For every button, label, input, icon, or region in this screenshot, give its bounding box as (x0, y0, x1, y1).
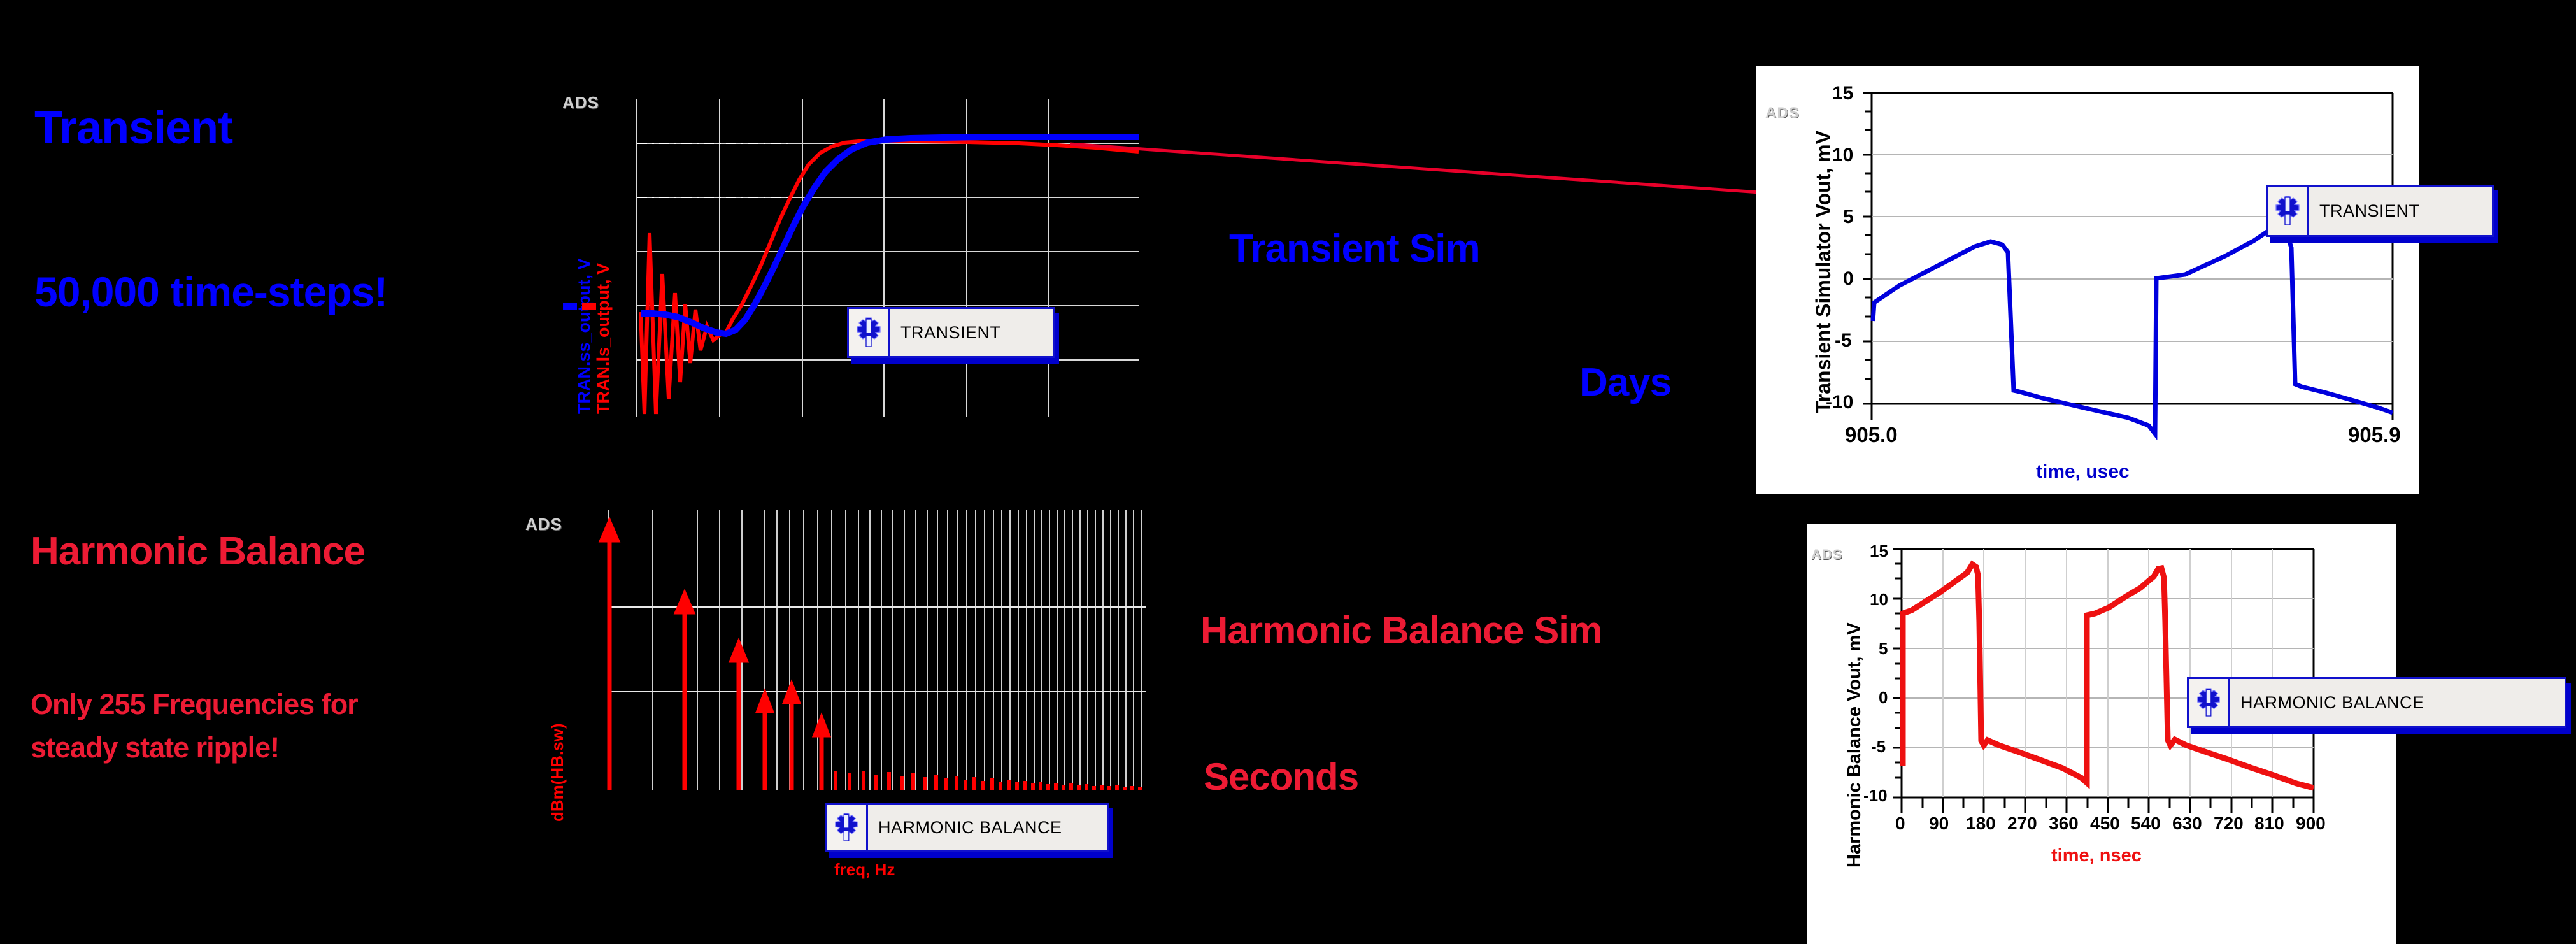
chart4-ytick-10: 10 (1870, 590, 1888, 609)
chart4-xtick-90: 90 (1929, 813, 1949, 833)
panel-transient-ripple: ADS Transient Simulator Vout, mV 15 10 5… (1756, 66, 2419, 494)
harmonic-balance-title: Harmonic Balance (31, 529, 366, 573)
badge-harmonic-balance-spectrum[interactable]: HARMONIC BALANCE (825, 803, 1109, 852)
badge-transient-ripple-label: TRANSIENT (2319, 201, 2420, 220)
ads-gear-icon (2189, 679, 2230, 726)
badge-harmonic-balance-ripple-label: HARMONIC BALANCE (2240, 692, 2424, 712)
chart4-xtick-810: 810 (2254, 813, 2284, 833)
harmonic-balance-duration-label: Seconds (1204, 755, 1359, 798)
harmonic-balance-sim-label: Harmonic Balance Sim (1200, 609, 1602, 652)
chart4-ytick-m10: -10 (1863, 786, 1888, 805)
ads-watermark: ADS (1765, 104, 1800, 122)
chart4-plot-svg (1893, 548, 2315, 813)
chart2-ylabel: dBm(HB.sw) (548, 723, 567, 822)
chart3-xtick-start: 905.0 (1845, 423, 1898, 447)
panel-hb-ripple: ADS Harmonic Balance Vout, mV 15 10 5 0 … (1807, 524, 2396, 944)
chart1-legend-swatch-red (582, 303, 596, 310)
ads-gear-icon (827, 805, 868, 850)
badge-harmonic-balance-spectrum-label: HARMONIC BALANCE (878, 817, 1062, 837)
chart3-ytick-5: 5 (1843, 206, 1854, 227)
chart-transient-startup: ADS TRAN.ss_output, V TRAN.ls_output, V (535, 83, 1146, 420)
chart4-xlabel: time, nsec (2051, 845, 2142, 866)
chart4-ytick-0: 0 (1879, 688, 1888, 707)
chart3-xlabel: time, usec (2036, 461, 2130, 482)
ads-gear-icon (849, 309, 890, 356)
callout-arrow (1070, 142, 1802, 208)
badge-transient-startup-label: TRANSIENT (900, 322, 1001, 342)
chart4-ytick-m5: -5 (1871, 737, 1886, 756)
ads-watermark: ADS (1811, 547, 1843, 562)
chart4-xtick-270: 270 (2007, 813, 2037, 833)
chart1-plot-svg (636, 99, 1139, 417)
badge-transient-startup[interactable]: TRANSIENT (847, 307, 1055, 358)
transient-note: 50,000 time-steps! (34, 268, 388, 315)
chart4-ytick-5: 5 (1879, 639, 1888, 658)
chart3-ytick-10: 10 (1832, 145, 1854, 166)
chart4-xtick-0: 0 (1895, 813, 1905, 833)
badge-transient-ripple[interactable]: TRANSIENT (2266, 185, 2494, 237)
chart4-xtick-720: 720 (2214, 813, 2244, 833)
chart3-ytick-m5: -5 (1835, 330, 1852, 351)
badge-harmonic-balance-ripple[interactable]: HARMONIC BALANCE (2187, 677, 2566, 728)
chart4-xtick-360: 360 (2049, 813, 2079, 833)
transient-sim-label: Transient Sim (1229, 227, 1481, 271)
transient-title: Transient (34, 103, 233, 154)
chart4-xtick-180: 180 (1966, 813, 1996, 833)
ads-watermark: ADS (562, 93, 599, 112)
chart4-xtick-450: 450 (2090, 813, 2120, 833)
chart1-ylabel-ss: TRAN.ss_output, V (574, 258, 594, 414)
chart2-xlabel: freq, Hz (834, 860, 895, 879)
harmonic-balance-note-line1: Only 255 Frequencies for (31, 688, 359, 720)
chart3-ytick-15: 15 (1832, 83, 1854, 104)
ads-watermark: ADS (525, 515, 562, 534)
chart4-xtick-540: 540 (2131, 813, 2161, 833)
chart3-ytick-0: 0 (1843, 268, 1854, 289)
chart3-ylabel: Transient Simulator Vout, mV (1812, 131, 1835, 413)
harmonic-balance-note-line2: steady state ripple! (31, 731, 280, 764)
chart4-xtick-900: 900 (2296, 813, 2326, 833)
chart-hb-spectrum: ADS dBm(HB.sw) freq, Hz HARMONIC BALANCE (509, 503, 1146, 944)
chart4-ylabel: Harmonic Balance Vout, mV (1844, 622, 1865, 868)
transient-duration-label: Days (1579, 361, 1672, 404)
chart4-ytick-15: 15 (1870, 541, 1888, 561)
chart3-ytick-m10: -10 (1826, 392, 1854, 413)
chart1-legend-swatch-blue (563, 303, 577, 310)
chart3-xtick-end: 905.9 (2348, 423, 2401, 447)
ads-gear-icon (2268, 187, 2309, 235)
chart1-ylabel-ls: TRAN.ls_output, V (594, 263, 613, 414)
chart4-xtick-630: 630 (2172, 813, 2202, 833)
